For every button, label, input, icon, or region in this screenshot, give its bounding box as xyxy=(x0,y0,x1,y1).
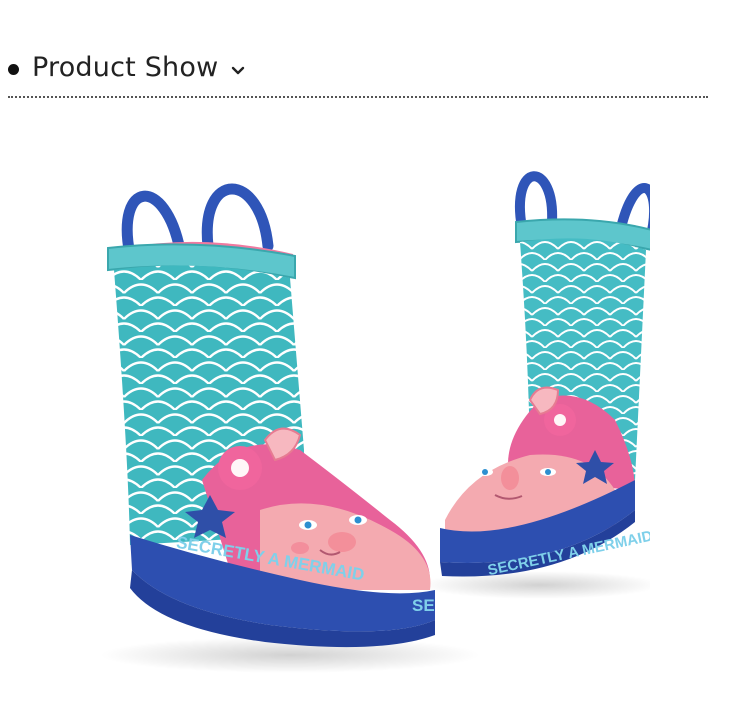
section-title: Product Show xyxy=(32,52,219,83)
right-boot: SECRETLY A MERMAID xyxy=(440,171,650,579)
section-header: Product Show xyxy=(8,50,708,100)
left-boot: SECRETLY A MERMAID SE xyxy=(107,183,435,648)
left-boot-handle xyxy=(201,183,274,252)
dotted-divider xyxy=(8,96,708,98)
chevron-down-icon[interactable] xyxy=(230,62,246,75)
product-photo: SECRETLY A MERMAID SE SECRETLY A MERMAID xyxy=(90,150,650,685)
left-boot-heel-print: SE xyxy=(412,596,435,615)
bullet-dot-icon xyxy=(8,64,19,75)
